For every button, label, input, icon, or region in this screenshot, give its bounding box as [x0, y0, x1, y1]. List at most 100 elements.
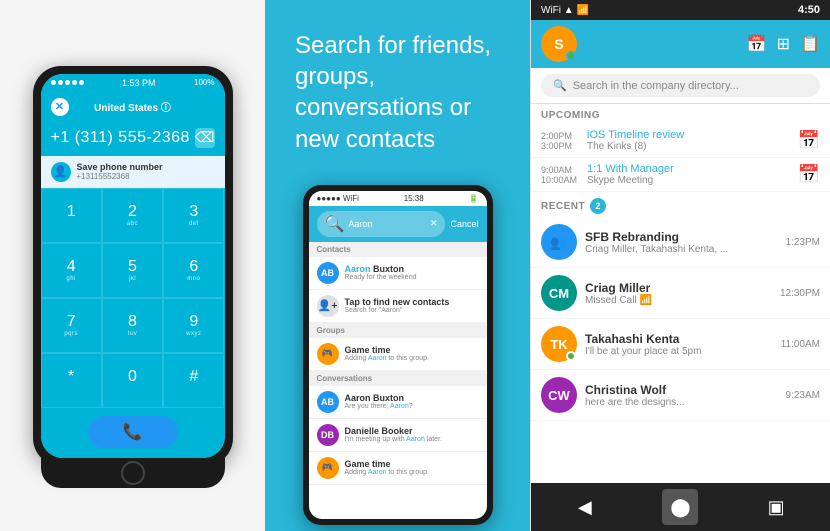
- android-clock: 4:50: [798, 4, 820, 16]
- user-avatar[interactable]: S: [541, 26, 577, 62]
- group-icon: 👥: [550, 234, 567, 251]
- recent-item-criag[interactable]: CM Criag Miller Missed Call 📶 12:30PM: [531, 268, 830, 319]
- recent-time-sfb: 1:23PM: [786, 237, 820, 248]
- search-placeholder: Search in the company directory...: [573, 80, 739, 92]
- save-icon: 👤: [51, 162, 71, 182]
- avatar-criag: CM: [541, 275, 577, 311]
- recent-item-takahashi[interactable]: TK Takahashi Kenta I'll be at your place…: [531, 319, 830, 370]
- ios-time: 1:53 PM: [122, 78, 156, 88]
- middle-phone-container: ●●●●● WiFi 15:38 🔋 🔍 Aaron ✕ Cancel: [303, 175, 493, 531]
- event-sub-2: Skype Meeting: [587, 175, 790, 186]
- conv-info-aaron: Aaron Buxton Are you there, Aaron?: [345, 393, 413, 410]
- conv-avatar-aaron: AB: [317, 391, 339, 413]
- search-results-list: Contacts AB Aaron Buxton Ready for the w…: [309, 242, 487, 519]
- search-value: Aaron: [348, 219, 426, 229]
- call-button-row: 📞: [41, 408, 225, 458]
- recent-msg-christina: here are the designs...: [585, 397, 778, 408]
- ios-status-right: 100%: [194, 78, 214, 87]
- android-signal: ●●●●● WiFi: [317, 194, 359, 203]
- section-contacts: Contacts: [309, 242, 487, 257]
- event-time-2: 9:00AM 10:00AM: [541, 165, 579, 185]
- calendar-item-ios-review[interactable]: 2:00PM 3:00PM iOS Timeline review The Ki…: [531, 124, 830, 158]
- key-2[interactable]: 2abc: [102, 188, 163, 243]
- tap-find-text: Tap to find new contacts Search for "Aar…: [345, 297, 450, 314]
- event-title-1: iOS Timeline review: [587, 129, 790, 141]
- recent-name-sfb: SFB Rebranding: [585, 230, 778, 244]
- nav-recents-button[interactable]: ▣: [758, 489, 794, 525]
- add-contact-icon: 👤+: [317, 295, 339, 317]
- recent-time-takahashi: 11:00AM: [781, 339, 820, 350]
- key-6[interactable]: 6mno: [163, 243, 224, 298]
- contact-item-aaron[interactable]: AB Aaron Buxton Ready for the weekend: [309, 257, 487, 290]
- key-7[interactable]: 7pqrs: [41, 298, 102, 353]
- recent-time-criag: 12:30PM: [780, 288, 820, 299]
- conv-avatar-gametime: 🎮: [317, 457, 339, 479]
- left-section: 1:53 PM 100% ✕ United States ⓘ +1 (311) …: [0, 0, 265, 531]
- recent-info-sfb: SFB Rebranding Criag Miller, Takahashi K…: [585, 230, 778, 255]
- android-search-phone: ●●●●● WiFi 15:38 🔋 🔍 Aaron ✕ Cancel: [303, 185, 493, 525]
- grid-icon[interactable]: ⊞: [777, 34, 790, 54]
- nav-home-button[interactable]: ⬤: [662, 489, 698, 525]
- event-sub-1: The Kinks (8): [587, 141, 790, 152]
- search-icon: 🔍: [325, 214, 345, 234]
- bottom-nav: ◀ ⬤ ▣: [531, 483, 830, 531]
- conv-item-danielle[interactable]: DB Danielle Booker I'm meeting up with A…: [309, 419, 487, 452]
- dialer-header: ✕ United States ⓘ: [41, 92, 225, 124]
- promo-text: Search for friends, groups, conversation…: [295, 30, 500, 155]
- call-button[interactable]: 📞: [88, 416, 178, 448]
- recent-item-christina[interactable]: CW Christina Wolf here are the designs..…: [531, 370, 830, 421]
- contact-avatar-aaron: AB: [317, 262, 339, 284]
- header-action-icons: 📅 ⊞ 📋: [747, 34, 820, 54]
- home-button[interactable]: [121, 461, 145, 485]
- conv-item-aaron[interactable]: AB Aaron Buxton Are you there, Aaron?: [309, 386, 487, 419]
- close-button[interactable]: ✕: [51, 98, 69, 116]
- calendar-icon[interactable]: 📅: [747, 34, 767, 54]
- key-9[interactable]: 9wxyz: [163, 298, 224, 353]
- android-time: 15:38: [404, 194, 424, 203]
- key-hash[interactable]: #: [163, 353, 224, 408]
- clear-search-icon[interactable]: ✕: [430, 218, 438, 229]
- conv-item-gametime[interactable]: 🎮 Game time Adding Aaron to this group.: [309, 452, 487, 485]
- avatar-initials: S: [554, 36, 563, 52]
- key-3[interactable]: 3def: [163, 188, 224, 243]
- nav-back-button[interactable]: ◀: [567, 489, 603, 525]
- conv-info-gametime: Game time Adding Aaron to this group.: [345, 459, 429, 476]
- event-info-1: iOS Timeline review The Kinks (8): [587, 129, 790, 152]
- middle-text-block: Search for friends, groups, conversation…: [265, 0, 530, 175]
- search-input[interactable]: 🔍 Aaron ✕: [317, 211, 446, 237]
- cancel-button[interactable]: Cancel: [450, 219, 478, 229]
- country-selector[interactable]: United States ⓘ: [69, 99, 197, 114]
- contacts-icon[interactable]: 📋: [800, 34, 820, 54]
- recent-info-takahashi: Takahashi Kenta I'll be at your place at…: [585, 332, 773, 357]
- key-0[interactable]: 0: [102, 353, 163, 408]
- search-bar: 🔍 Aaron ✕ Cancel: [309, 206, 487, 242]
- key-8[interactable]: 8tuv: [102, 298, 163, 353]
- recent-name-takahashi: Takahashi Kenta: [585, 332, 773, 346]
- backspace-button[interactable]: ⌫: [195, 128, 215, 148]
- tap-find-item[interactable]: 👤+ Tap to find new contacts Search for "…: [309, 290, 487, 323]
- key-4[interactable]: 4ghi: [41, 243, 102, 298]
- keypad: 1 2abc 3def 4ghi 5jkl 6mno 7pqrs 8tuv 9w…: [41, 188, 225, 408]
- recent-section-label: RECENT 2: [531, 192, 830, 217]
- recent-time-christina: 9:23AM: [786, 390, 820, 401]
- save-row[interactable]: 👤 Save phone number +13115552368: [41, 156, 225, 188]
- android-status-icons: WiFi ▲ 📶: [541, 5, 589, 16]
- phone-icon: 📞: [123, 422, 143, 442]
- key-1[interactable]: 1: [41, 188, 102, 243]
- calendar-item-manager[interactable]: 9:00AM 10:00AM 1:1 With Manager Skype Me…: [531, 158, 830, 192]
- conv-info-danielle: Danielle Booker I'm meeting up with Aaro…: [345, 426, 442, 443]
- recent-count-badge: 2: [590, 198, 606, 214]
- directory-search-box[interactable]: 🔍 Search in the company directory...: [541, 74, 820, 97]
- dialer-number: +1 (311) 555-2368: [51, 129, 190, 147]
- upcoming-section-label: UPCOMING: [531, 104, 830, 124]
- recent-item-sfb[interactable]: 👥 SFB Rebranding Criag Miller, Takahashi…: [531, 217, 830, 268]
- key-5[interactable]: 5jkl: [102, 243, 163, 298]
- directory-search-row: 🔍 Search in the company directory...: [531, 68, 830, 104]
- group-item-gametime[interactable]: 🎮 Game time Adding Aaron to this group.: [309, 338, 487, 371]
- search-icon: 🔍: [553, 79, 567, 92]
- contact-info-aaron: Aaron Buxton Ready for the weekend: [345, 264, 417, 281]
- calendar-entry-icon-1: 📅: [798, 130, 820, 151]
- group-avatar-gametime: 🎮: [317, 343, 339, 365]
- status-dot-takahashi: [566, 351, 576, 361]
- key-star[interactable]: *: [41, 353, 102, 408]
